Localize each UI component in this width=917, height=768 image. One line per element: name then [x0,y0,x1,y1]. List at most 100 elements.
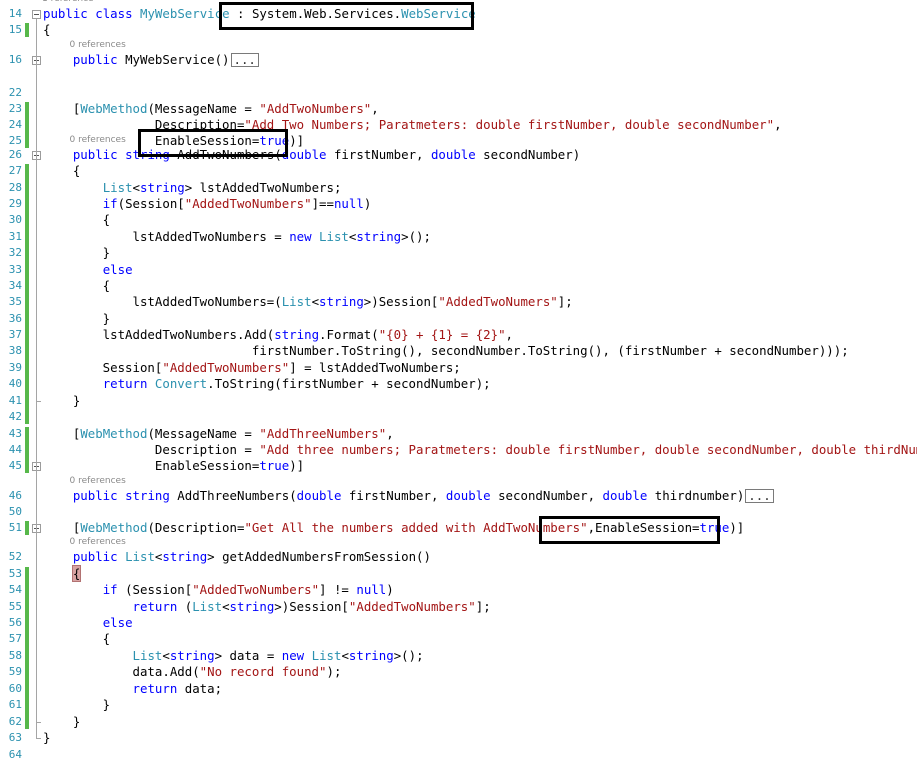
code-line[interactable]: 40 return Convert.ToString(firstNumber +… [0,376,917,392]
keyword-token: string [356,229,402,244]
keyword-token: string [319,294,364,309]
code-token: MyWebService() [117,52,230,67]
code-line[interactable]: 62 } [0,714,917,730]
keyword-token: class [95,6,133,21]
outline-guide-end [36,722,41,723]
code-line[interactable]: 52 public List<string> getAddedNumbersFr… [0,549,917,565]
collapsed-region-button[interactable]: ... [745,489,774,503]
code-line[interactable]: 36 } [0,311,917,327]
line-number: 25 [8,134,22,147]
code-text: else [43,615,133,630]
change-indicator-bar [25,23,29,37]
keyword-token: if [102,196,118,211]
code-line[interactable]: 41 } [0,393,917,409]
code-line[interactable]: 50 [0,504,917,520]
code-line[interactable]: 30 { [0,212,917,228]
code-text: lstAddedTwoNumbers = new List<string>(); [43,229,431,244]
code-token: .Format( [319,327,379,342]
code-line[interactable]: 35 lstAddedTwoNumbers=(List<string>)Sess… [0,294,917,310]
code-line[interactable]: 23 [WebMethod(MessageName = "AddTwoNumbe… [0,101,917,117]
code-line[interactable]: 59 data.Add("No record found"); [0,664,917,680]
code-line[interactable]: 37 lstAddedTwoNumbers.Add(string.Format(… [0,327,917,343]
code-line[interactable]: 22 [0,85,917,101]
keyword-token: string [140,180,185,195]
code-line[interactable]: 42 [0,409,917,425]
references-codelens[interactable]: 0 references [70,537,126,547]
type-token: List [125,549,155,564]
code-line[interactable]: 53 { [0,565,917,582]
code-token: } [43,697,111,712]
code-text: EnableSession=true)] [43,458,304,473]
line-number: 64 [8,748,22,761]
code-line[interactable]: 33 else [0,262,917,278]
code-text: } [43,245,110,260]
code-token: { [43,278,111,293]
code-line[interactable]: 29 if(Session["AddedTwoNumbers"]==null) [0,196,917,212]
collapsed-region-button[interactable]: ... [230,53,259,67]
code-editor[interactable]: 14 public class MyWebService : System.Web… [0,0,917,768]
keyword-token: string [348,648,394,663]
line-number: 14 [8,7,22,20]
references-codelens[interactable]: 1 reference [42,0,94,4]
code-token: ]; [557,294,573,309]
code-line[interactable]: 58 List<string> data = new List<string>(… [0,648,917,664]
code-line[interactable]: 63} [0,730,917,746]
code-line[interactable]: 39 Session["AddedTwoNumbers"] = lstAdded… [0,360,917,376]
code-line[interactable]: 44 Description = "Add three numbers; Par… [0,442,917,458]
code-token: } [43,311,111,326]
line-number: 27 [8,164,22,177]
code-token: )] [289,133,305,148]
string-token: "Add three numbers; Paratmeters: double … [259,442,917,457]
code-line[interactable]: 32 } [0,245,917,261]
code-line[interactable]: 16 public MyWebService()... [0,52,917,68]
line-number: 58 [8,649,22,662]
references-codelens[interactable]: 0 references [70,135,126,145]
code-text: } [43,311,110,326]
code-line[interactable]: 38 firstNumber.ToString(), secondNumber.… [0,343,917,359]
code-line[interactable]: 43 [WebMethod(MessageName = "AddThreeNum… [0,426,917,442]
keyword-token: public [72,549,118,564]
code-token: ]== [311,196,334,211]
code-text: if(Session["AddedTwoNumbers"]==null) [43,196,372,211]
code-line[interactable]: 46 public string AddThreeNumbers(double … [0,488,917,504]
keyword-token: double [445,488,491,503]
outline-guide-end [36,738,41,739]
code-token: )] [289,458,305,473]
code-line[interactable]: 60 return data; [0,681,917,697]
code-line[interactable]: 56 else [0,615,917,631]
code-line[interactable]: 61 } [0,697,917,713]
line-number: 37 [8,328,22,341]
code-line[interactable]: 28 List<string> lstAddedTwoNumbers; [0,180,917,196]
code-token: { [43,22,51,37]
code-line[interactable]: 57 { [0,631,917,647]
references-codelens[interactable]: 0 references [70,40,126,50]
code-text: public string AddThreeNumbers(double fir… [43,488,774,503]
string-token: "Add Two Numbers; Paratmeters: double fi… [244,117,775,132]
line-number: 60 [8,682,22,695]
collapse-icon[interactable] [32,10,41,19]
code-line[interactable]: 64 [0,747,917,763]
code-line[interactable]: 27 { [0,163,917,179]
code-line[interactable]: 51 [WebMethod(Description="Get All the n… [0,520,917,536]
string-token: "AddedTwoNumbers" [162,360,290,375]
code-line[interactable]: 31 lstAddedTwoNumbers = new List<string>… [0,229,917,245]
code-line[interactable]: 54 if (Session["AddedTwoNumbers"] != nul… [0,582,917,598]
code-line[interactable]: 45 EnableSession=true)] [0,458,917,474]
line-number: 44 [8,443,22,456]
code-text: } [43,393,80,408]
line-number: 55 [8,600,22,613]
code-line[interactable]: 55 return (List<string>)Session["AddedTw… [0,599,917,615]
code-token: { [43,631,111,646]
line-number: 63 [8,731,22,744]
code-text: Description = "Add three numbers; Paratm… [43,442,917,457]
code-token: lstAddedTwoNumbers = [43,229,290,244]
references-codelens[interactable]: 0 references [70,476,126,486]
keyword-token: string [162,549,208,564]
code-line[interactable]: 34 { [0,278,917,294]
